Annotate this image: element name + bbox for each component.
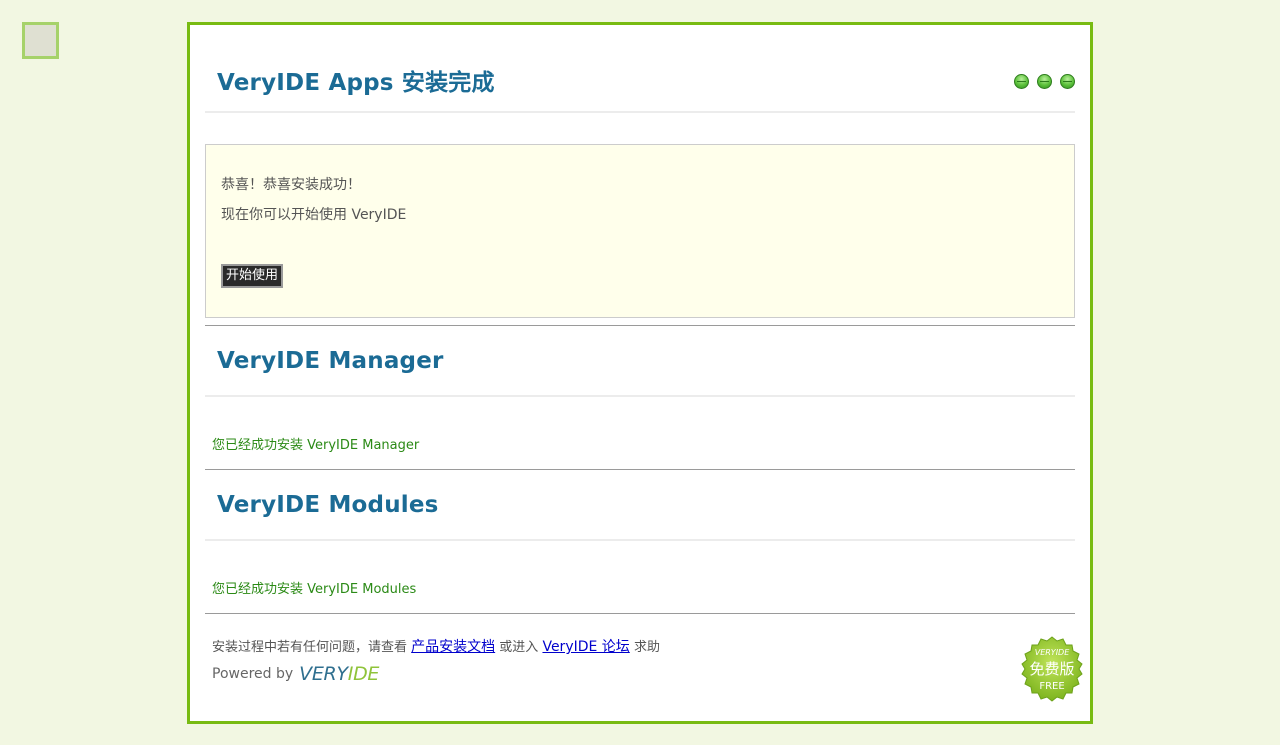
- install-docs-link[interactable]: 产品安装文档: [411, 639, 495, 655]
- apps-header: VeryIDE Apps 安装完成: [205, 25, 1075, 113]
- green-dot-icon: [1014, 74, 1029, 89]
- modules-title: VeryIDE Modules: [217, 492, 439, 518]
- success-box: 恭喜！恭喜安装成功！ 现在你可以开始使用 VeryIDE 开始使用: [205, 144, 1075, 318]
- free-edition-badge-icon: VERYIDE 免费版 FREE: [1021, 636, 1083, 702]
- manager-title: VeryIDE Manager: [217, 348, 444, 374]
- badge-bottom-text: FREE: [1039, 681, 1064, 692]
- forum-link[interactable]: VeryIDE 论坛: [542, 639, 629, 655]
- modules-section: VeryIDE Modules 您已经成功安装 VeryIDE Modules: [205, 470, 1075, 597]
- panel-content: VeryIDE Apps 安装完成 恭喜！恭喜安装成功！ 现在你可以开始使用 V…: [205, 25, 1083, 702]
- success-message: 恭喜！恭喜安装成功！: [221, 177, 361, 193]
- manager-section: VeryIDE Manager 您已经成功安装 VeryIDE Manager: [205, 326, 1075, 453]
- logo-part-ide: IDE: [347, 663, 380, 685]
- divider: [205, 613, 1075, 614]
- badge-top-text: VERYIDE: [1035, 648, 1070, 657]
- modules-header: VeryIDE Modules: [205, 470, 1075, 541]
- corner-square-icon: [22, 22, 59, 59]
- window-dots: [1014, 74, 1075, 89]
- help-text-middle: 或进入: [499, 640, 539, 655]
- badge-middle-text: 免费版: [1029, 660, 1074, 678]
- logo-part-very: VERY: [299, 663, 348, 685]
- help-text-after: 求助: [633, 640, 660, 655]
- start-using-button[interactable]: 开始使用: [221, 264, 284, 288]
- install-panel: VeryIDE Apps 安装完成 恭喜！恭喜安装成功！ 现在你可以开始使用 V…: [187, 22, 1093, 724]
- start-using-message: 现在你可以开始使用 VeryIDE: [221, 207, 407, 223]
- manager-header: VeryIDE Manager: [205, 326, 1075, 397]
- green-dot-icon: [1060, 74, 1075, 89]
- modules-status: 您已经成功安装 VeryIDE Modules: [212, 582, 417, 597]
- page-title: VeryIDE Apps 安装完成: [217, 70, 495, 96]
- veryide-logo: VERYIDE: [299, 663, 379, 685]
- powered-by-label: Powered by: [212, 666, 294, 682]
- manager-status: 您已经成功安装 VeryIDE Manager: [212, 438, 420, 453]
- help-text: 安装过程中若有任何问题，请查看 产品安装文档 或进入 VeryIDE 论坛 求助: [212, 636, 660, 656]
- green-dot-icon: [1037, 74, 1052, 89]
- powered-by: Powered by VERYIDE: [212, 663, 379, 685]
- help-text-before: 安装过程中若有任何问题，请查看: [212, 640, 408, 655]
